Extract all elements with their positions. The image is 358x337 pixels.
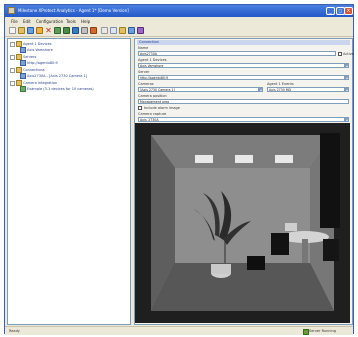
include-image-checkbox[interactable] bbox=[138, 106, 142, 110]
menu-file[interactable]: File bbox=[11, 19, 18, 24]
properties-icon[interactable] bbox=[36, 27, 43, 34]
agent-device-label: Agent 1 Devices bbox=[138, 58, 167, 62]
refresh-icon[interactable] bbox=[90, 27, 97, 34]
include-image-label: Include alarm image bbox=[144, 106, 180, 110]
chevron-down-icon[interactable]: ▾ bbox=[345, 75, 349, 80]
cut-icon[interactable] bbox=[101, 27, 108, 34]
new-icon[interactable] bbox=[9, 27, 16, 34]
device-tree[interactable]: Agent 1 Devices Axis Vamshore Servers ht… bbox=[7, 38, 131, 325]
active-checkbox[interactable] bbox=[338, 51, 342, 56]
copy-icon[interactable] bbox=[110, 27, 117, 34]
server-label: Server bbox=[138, 70, 150, 74]
help-icon[interactable] bbox=[137, 27, 144, 34]
camera-label: Cameras bbox=[138, 82, 154, 86]
menu-tools[interactable]: Tools bbox=[66, 19, 76, 24]
menu-help[interactable]: Help bbox=[81, 19, 90, 24]
agent-events-label: Agent 1 Events bbox=[267, 82, 294, 86]
camera-preview-image bbox=[135, 123, 350, 323]
tree-node-camera[interactable]: Axis Vamshore bbox=[20, 47, 53, 53]
server-status-icon bbox=[303, 329, 309, 335]
tree-node-connection[interactable]: Axis2730A - [Axis 2730 Camera 1] bbox=[20, 73, 87, 79]
name-input[interactable]: Axis2730A bbox=[138, 51, 336, 56]
status-text: Ready bbox=[9, 329, 20, 333]
expand-icon[interactable] bbox=[10, 67, 15, 73]
app-icon bbox=[8, 7, 15, 14]
window-title: Milestone XProtect Analytics - Agent 1* … bbox=[18, 8, 129, 13]
app-window: Milestone XProtect Analytics - Agent 1* … bbox=[4, 4, 354, 335]
expand-icon[interactable] bbox=[10, 80, 15, 86]
add-server-icon[interactable] bbox=[63, 27, 70, 34]
tree-node-agent-devices[interactable]: Agent 1 Devices bbox=[10, 41, 52, 47]
agent-events-select[interactable]: Axis 2730 MD bbox=[267, 87, 345, 92]
menu-bar: File Edit Configuration Tools Help bbox=[5, 17, 353, 25]
camera-preview[interactable] bbox=[135, 123, 350, 323]
chevron-down-icon[interactable]: ▾ bbox=[345, 117, 349, 122]
camera-select[interactable]: [Axis 2730 Camera 1] bbox=[138, 87, 259, 92]
chevron-down-icon[interactable]: ▾ bbox=[259, 87, 263, 92]
agent-device-select[interactable]: Axis Vamshore bbox=[138, 63, 345, 68]
preview-select[interactable]: Axis_2730A bbox=[138, 117, 345, 122]
server-select[interactable]: http://agentx80:9 bbox=[138, 75, 345, 80]
chevron-down-icon[interactable]: ▾ bbox=[345, 63, 349, 68]
camera-icon bbox=[20, 73, 26, 79]
paste-icon[interactable] bbox=[119, 27, 126, 34]
title-bar[interactable]: Milestone XProtect Analytics - Agent 1* … bbox=[5, 5, 353, 17]
status-bar: Ready Server Running bbox=[5, 326, 353, 335]
expand-icon[interactable] bbox=[10, 41, 15, 47]
tree-node-server[interactable]: http://agentx80:9 bbox=[20, 60, 58, 66]
connect-icon[interactable] bbox=[72, 27, 79, 34]
server-icon bbox=[20, 60, 26, 66]
connection-group-header: Connection bbox=[137, 40, 350, 45]
delete-icon[interactable]: ✕ bbox=[45, 27, 52, 35]
save-icon[interactable] bbox=[27, 27, 34, 34]
name-label: Name bbox=[138, 46, 149, 50]
settings-icon[interactable] bbox=[81, 27, 88, 34]
location-input[interactable]: Management area bbox=[138, 99, 349, 104]
tree-node-integration[interactable]: Example (3.1 devices for 10 cameras) bbox=[20, 86, 94, 92]
expand-icon[interactable] bbox=[10, 54, 15, 60]
tree-node-servers[interactable]: Servers bbox=[10, 54, 36, 60]
close-button[interactable]: × bbox=[344, 7, 353, 15]
camera-icon bbox=[20, 47, 26, 53]
add-device-icon[interactable] bbox=[54, 27, 61, 34]
menu-edit[interactable]: Edit bbox=[23, 19, 31, 24]
toolbar: ✕ bbox=[5, 25, 353, 37]
chevron-down-icon[interactable]: ▾ bbox=[345, 87, 349, 92]
active-label: Active bbox=[343, 51, 354, 56]
minimize-button[interactable]: _ bbox=[326, 7, 335, 15]
integration-icon bbox=[20, 86, 26, 92]
find-icon[interactable] bbox=[128, 27, 135, 34]
preview-label: Camera capture bbox=[138, 112, 167, 116]
menu-configuration[interactable]: Configuration bbox=[36, 19, 63, 24]
tree-node-camera-integration[interactable]: Camera Integration bbox=[10, 80, 57, 86]
open-icon[interactable] bbox=[18, 27, 25, 34]
tree-node-connections[interactable]: Connections bbox=[10, 67, 45, 73]
location-label: Camera position bbox=[138, 94, 167, 98]
